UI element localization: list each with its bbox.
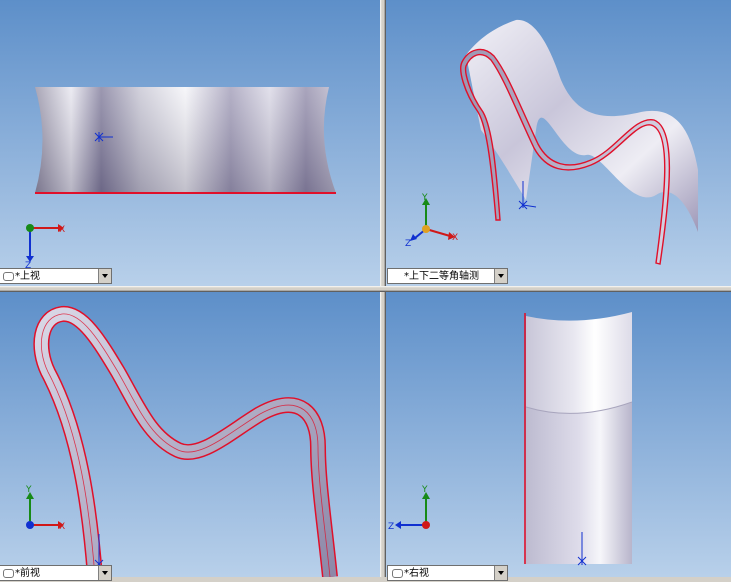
model-front-view: Y X	[25, 306, 338, 577]
axis-z-label: Z	[388, 522, 394, 532]
link-views-icon	[392, 568, 403, 578]
view-orientation-select-right[interactable]: *右视	[387, 565, 508, 581]
axis-x-label: X	[452, 233, 458, 243]
link-views-icon	[3, 568, 14, 578]
triad-icon	[395, 492, 430, 529]
link-views-icon	[3, 271, 14, 281]
view-name: *右视	[404, 568, 429, 579]
viewport-isometric[interactable]: Y X Z	[386, 0, 731, 286]
dropdown-arrow-icon[interactable]	[494, 269, 507, 283]
viewport-front[interactable]: Y X	[0, 292, 380, 577]
triad-icon	[410, 198, 455, 241]
dropdown-arrow-icon[interactable]	[98, 566, 111, 580]
viewport-splitter-horizontal[interactable]	[0, 286, 731, 292]
view-orientation-select-top[interactable]: *上视	[0, 268, 112, 284]
axis-y-label: Y	[421, 193, 428, 203]
view-name: *上视	[15, 271, 40, 282]
view-name: *前视	[15, 568, 40, 579]
view-orientation-select-isometric[interactable]: *上下二等角轴测	[387, 268, 508, 284]
viewport-top[interactable]: X Z	[0, 0, 380, 286]
axis-y-label: Y	[421, 485, 428, 495]
axis-z-label: Z	[405, 239, 411, 249]
viewport-right[interactable]: Y Z	[386, 292, 731, 577]
view-name: *上下二等角轴测	[404, 271, 479, 282]
dropdown-arrow-icon[interactable]	[494, 566, 507, 580]
axis-x-label: X	[59, 225, 65, 235]
view-orientation-select-front[interactable]: *前视	[0, 565, 112, 581]
axis-x-label: X	[59, 522, 65, 532]
model-right-view: Y Z	[388, 312, 633, 566]
model-isometric-view: Y X Z	[405, 19, 698, 265]
axis-y-label: Y	[25, 485, 32, 495]
model-top-view: X Z	[25, 87, 336, 271]
dropdown-arrow-icon[interactable]	[98, 269, 111, 283]
